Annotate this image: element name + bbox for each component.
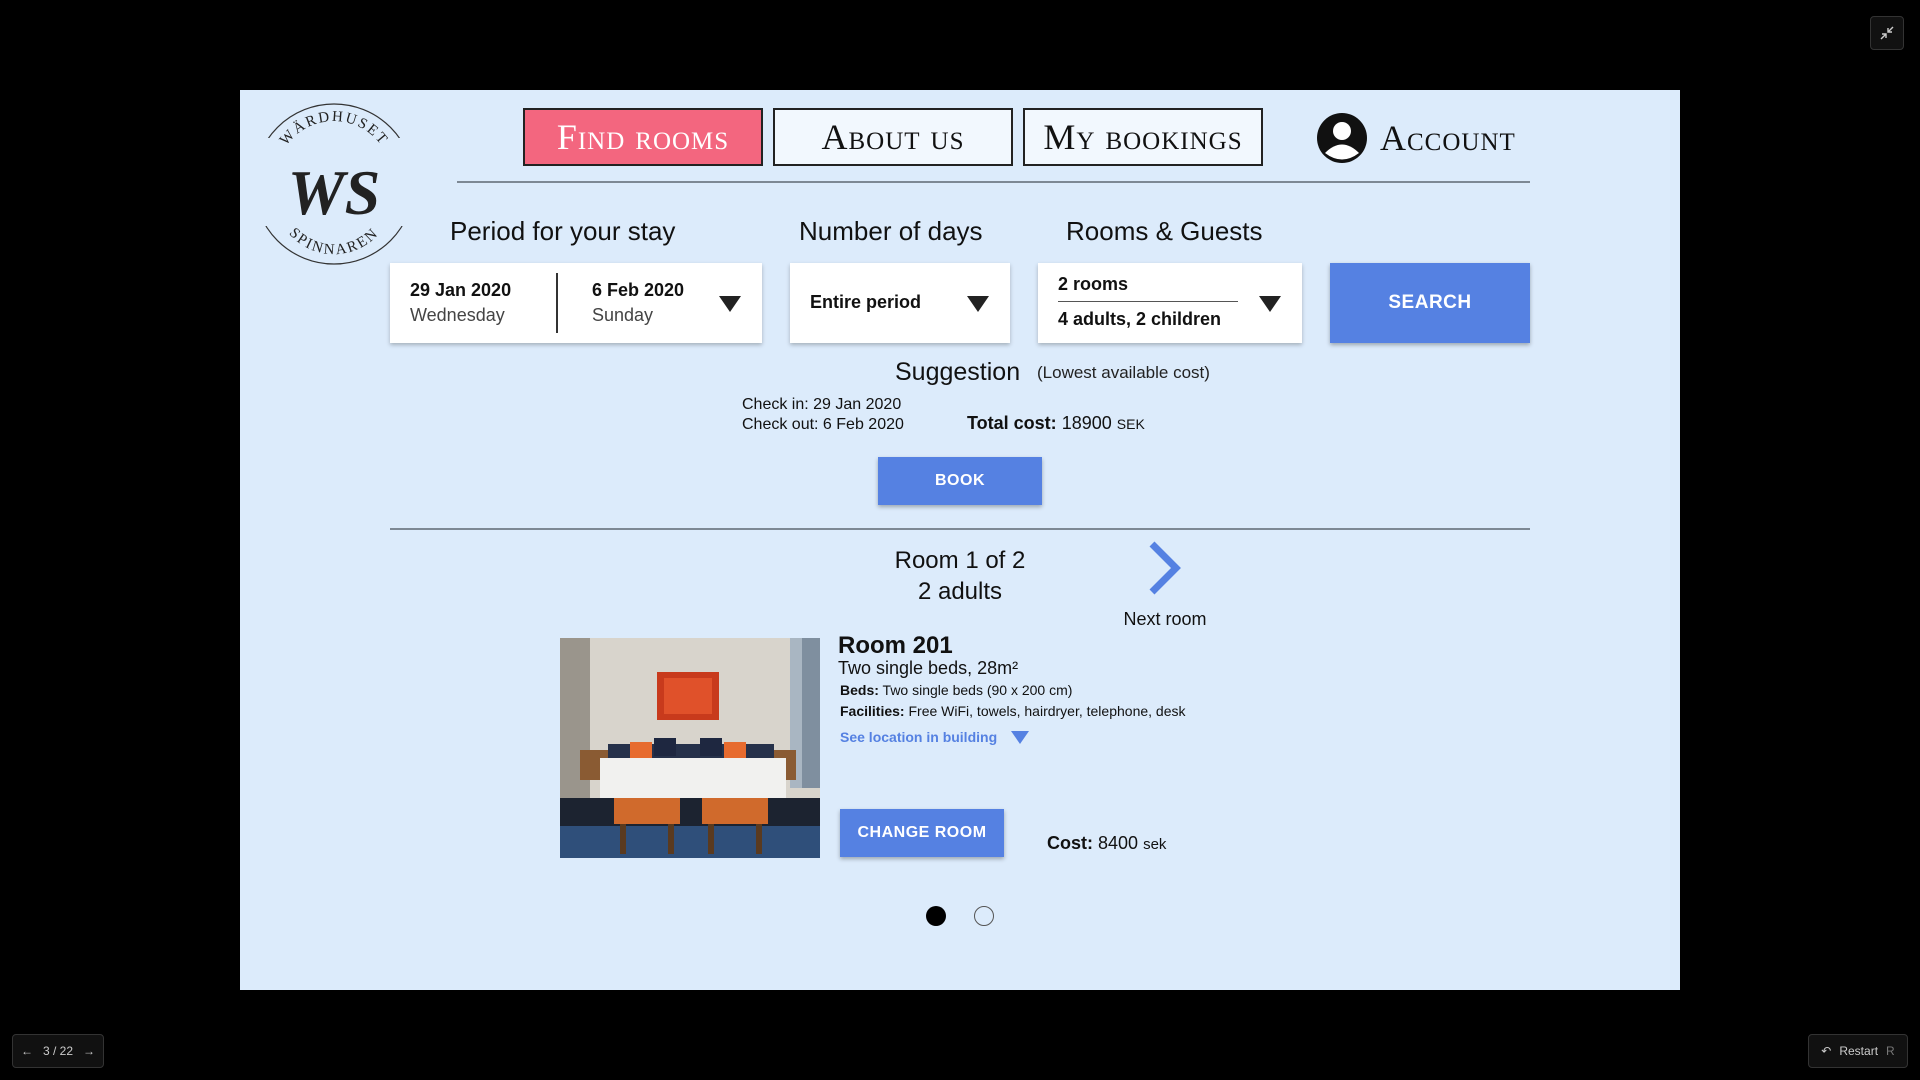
svg-text:WS: WS bbox=[288, 157, 381, 228]
room-beds: Beds: Two single beds (90 x 200 cm) bbox=[840, 682, 1073, 698]
check-out-date: 6 Feb 2020 bbox=[592, 280, 685, 300]
check-out-day: Sunday bbox=[592, 305, 654, 325]
chevron-down-icon bbox=[1011, 730, 1030, 744]
days-select[interactable]: Entire period bbox=[790, 263, 1010, 343]
suggestion-check-in: Check in: 29 Jan 2020 bbox=[742, 396, 902, 413]
svg-text:SPINNAREN: SPINNAREN bbox=[286, 225, 382, 258]
change-room-button[interactable]: CHANGE ROOM bbox=[840, 809, 1004, 857]
room-counter: Room 1 of 2 bbox=[894, 547, 1026, 574]
pagination-dot-active[interactable] bbox=[926, 906, 946, 926]
exit-fullscreen-button[interactable] bbox=[1870, 16, 1904, 50]
section-divider bbox=[390, 528, 1530, 530]
pagination-dot[interactable] bbox=[974, 906, 994, 926]
nav-about-us[interactable]: About us bbox=[773, 108, 1013, 166]
days-value: Entire period bbox=[810, 292, 922, 312]
chevron-right-icon[interactable] bbox=[1146, 540, 1184, 596]
guests-value: 4 adults, 2 children bbox=[1058, 309, 1222, 329]
arrow-right-icon[interactable]: → bbox=[83, 1044, 95, 1058]
nav-find-rooms[interactable]: Find rooms bbox=[523, 108, 763, 166]
room-name: Room 201 bbox=[838, 632, 953, 659]
days-label: Number of days bbox=[799, 216, 983, 246]
arrow-left-icon[interactable]: ← bbox=[21, 1044, 33, 1058]
chevron-down-icon[interactable] bbox=[967, 296, 989, 312]
user-avatar-icon bbox=[1317, 113, 1367, 163]
book-button[interactable]: BOOK bbox=[878, 457, 1042, 505]
page-counter: 3 / 22 bbox=[42, 1044, 74, 1058]
room-pager: Room 1 of 2 2 adults bbox=[860, 545, 1060, 607]
undo-icon: ↶ bbox=[1821, 1044, 1832, 1058]
room-photo bbox=[560, 638, 820, 858]
room-guests: 2 adults bbox=[917, 578, 1003, 605]
chevron-down-icon[interactable] bbox=[1259, 296, 1281, 312]
check-in-date: 29 Jan 2020 bbox=[410, 280, 512, 300]
rooms-guests-select[interactable]: 2 rooms 4 adults, 2 children bbox=[1038, 263, 1302, 343]
see-location-link[interactable]: See location in building bbox=[840, 729, 1030, 745]
suggestion-title: Suggestion bbox=[895, 358, 1021, 386]
suggestion-subtitle: (Lowest available cost) bbox=[1037, 363, 1210, 382]
nav-my-bookings[interactable]: My bookings bbox=[1023, 108, 1263, 166]
next-room-label[interactable]: Next room bbox=[1110, 609, 1220, 630]
room-facilities: Facilities: Free WiFi, towels, hairdryer… bbox=[840, 703, 1186, 719]
check-in-day: Wednesday bbox=[410, 305, 505, 325]
guests-label: Rooms & Guests bbox=[1066, 216, 1263, 246]
date-range-picker[interactable]: 29 Jan 2020 Wednesday 6 Feb 2020 Sunday bbox=[390, 263, 762, 343]
chevron-down-icon[interactable] bbox=[719, 296, 741, 312]
guests-divider bbox=[1058, 301, 1238, 302]
date-divider bbox=[556, 273, 558, 333]
rooms-value: 2 rooms bbox=[1058, 274, 1129, 294]
account-button[interactable]: Account bbox=[1316, 110, 1516, 166]
room-cost: Cost: 8400 sek bbox=[1047, 833, 1167, 853]
slide-navigator: ← 3 / 22 → bbox=[12, 1034, 104, 1068]
suggestion-check-out: Check out: 6 Feb 2020 bbox=[742, 416, 904, 433]
total-cost: Total cost: 18900 SEK bbox=[967, 413, 1145, 433]
header-divider bbox=[457, 181, 1530, 183]
search-button[interactable]: SEARCH bbox=[1330, 263, 1530, 343]
restart-button[interactable]: ↶ Restart R bbox=[1808, 1034, 1908, 1068]
hotel-logo[interactable]: WÄRDHUSET SPINNAREN WS bbox=[252, 102, 416, 266]
period-label: Period for your stay bbox=[450, 216, 676, 246]
room-summary: Two single beds, 28m² bbox=[838, 658, 1019, 678]
collapse-icon bbox=[1880, 26, 1894, 40]
